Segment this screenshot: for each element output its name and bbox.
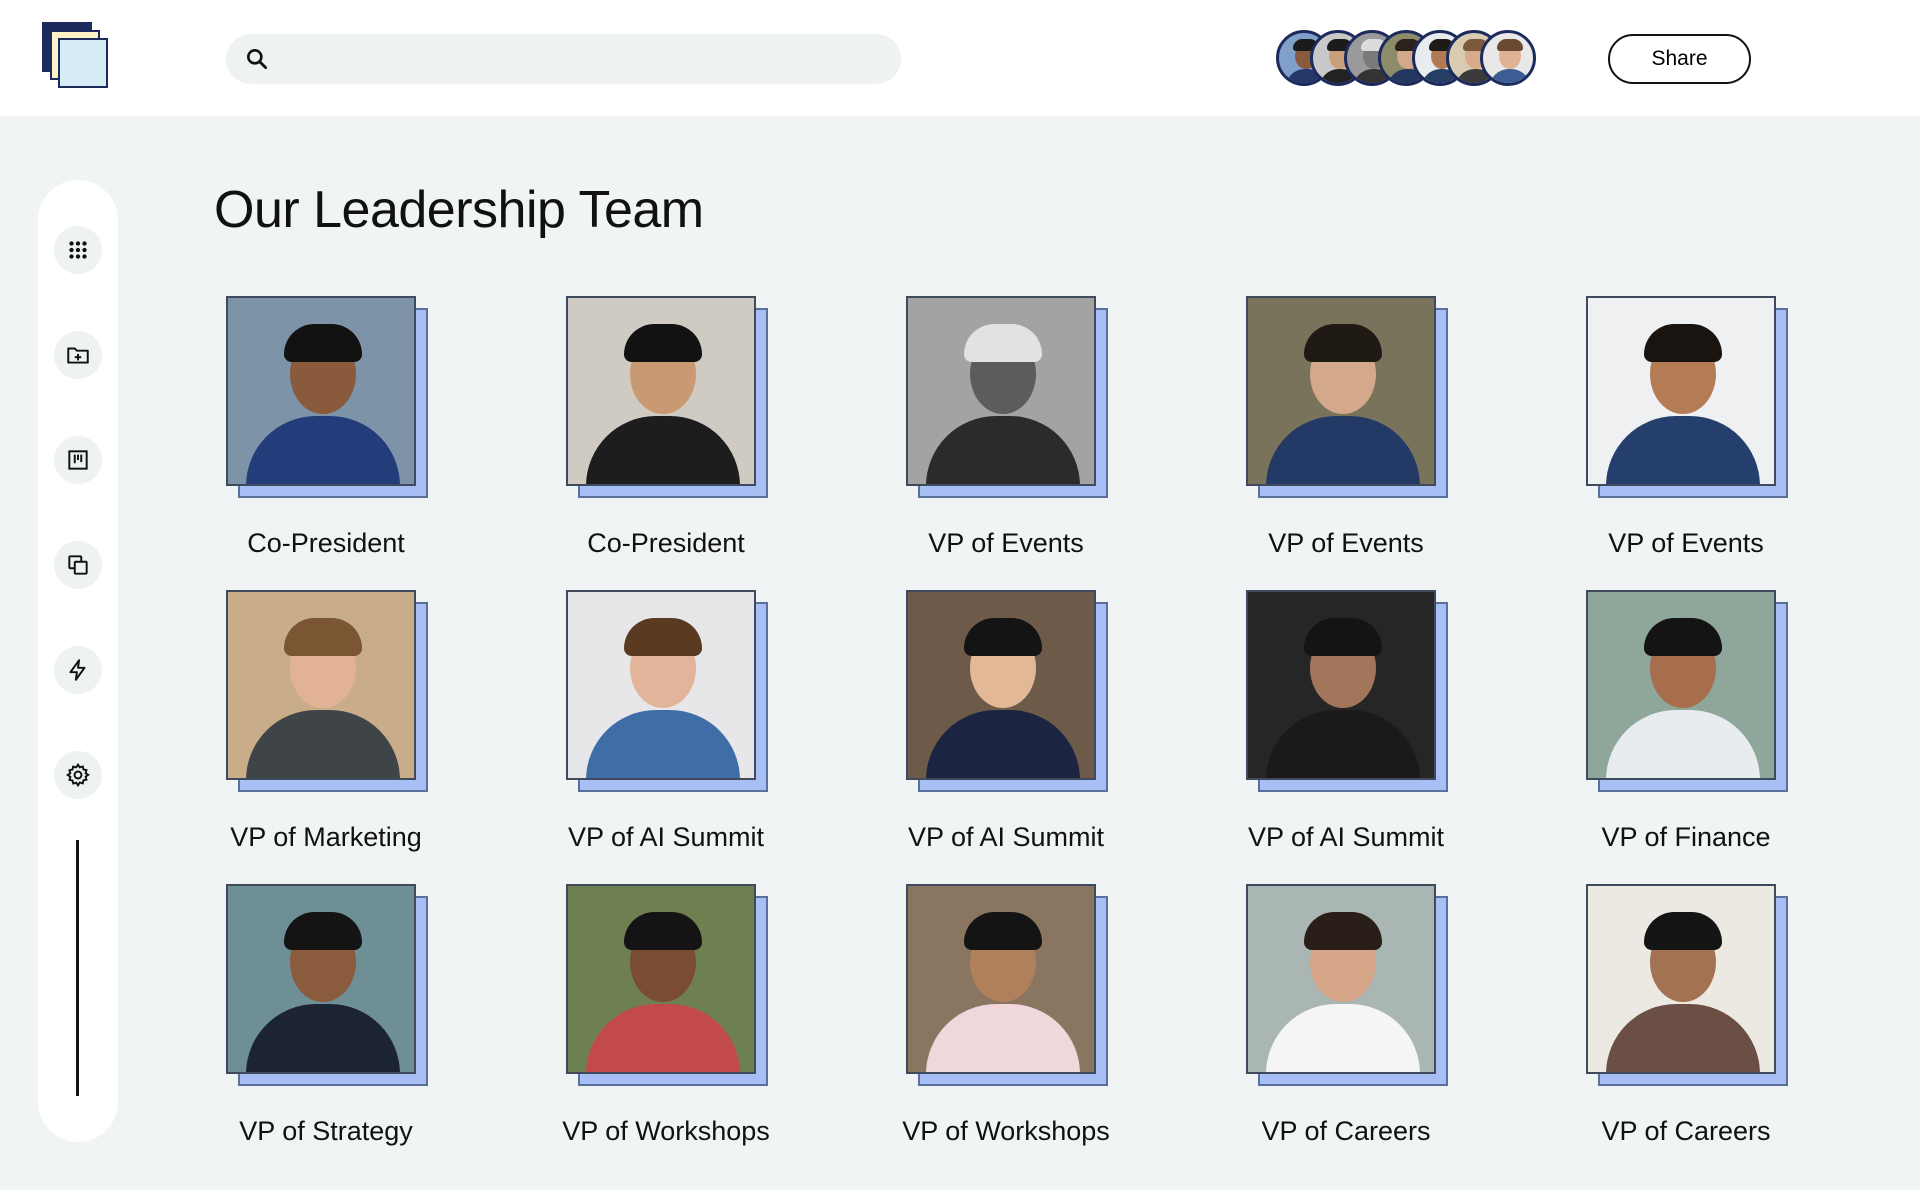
- member-role: VP of Careers: [1261, 1116, 1431, 1146]
- member-role: VP of AI Summit: [1247, 822, 1445, 852]
- sidebar: [38, 180, 118, 1142]
- member-role: VP of Careers: [1601, 1116, 1771, 1146]
- board-icon: [68, 450, 88, 470]
- member-photo: [1586, 296, 1776, 486]
- member-role: VP of Events: [1608, 528, 1764, 558]
- settings-button[interactable]: [54, 751, 102, 799]
- member-photo: [1586, 590, 1776, 780]
- settings-gear-icon: [65, 762, 90, 788]
- member-photo: [906, 884, 1096, 1074]
- copy-button[interactable]: [54, 541, 102, 589]
- member-photo: [566, 590, 756, 780]
- copy-icon: [68, 555, 88, 575]
- member-photo: [906, 296, 1096, 486]
- member-photo: [1586, 884, 1776, 1074]
- collaborator-avatar[interactable]: [1480, 30, 1536, 86]
- member-photo: [566, 884, 756, 1074]
- member-photo: [226, 884, 416, 1074]
- apps-grid-icon: [69, 241, 87, 259]
- member-role: VP of Finance: [1601, 822, 1771, 852]
- member-photo: [226, 590, 416, 780]
- member-photo: [906, 590, 1096, 780]
- member-photo: [1246, 884, 1436, 1074]
- search-bar[interactable]: [226, 34, 901, 84]
- member-photo: [1246, 296, 1436, 486]
- app-logo[interactable]: [42, 22, 114, 94]
- member-photo: [1246, 590, 1436, 780]
- board-button[interactable]: [54, 436, 102, 484]
- member-role: VP of Strategy: [239, 1116, 413, 1146]
- member-role: VP of Marketing: [230, 822, 422, 852]
- member-photo: [226, 296, 416, 486]
- member-role: VP of Events: [928, 528, 1084, 558]
- share-button[interactable]: Share: [1608, 34, 1751, 84]
- search-input[interactable]: [282, 34, 882, 84]
- member-role: VP of Workshops: [562, 1116, 770, 1146]
- member-role: Co-President: [587, 528, 745, 558]
- member-role: VP of AI Summit: [567, 822, 765, 852]
- folder-add-icon: [67, 347, 89, 364]
- sidebar-divider: [76, 840, 79, 1096]
- member-role: VP of AI Summit: [907, 822, 1105, 852]
- automation-button[interactable]: [54, 646, 102, 694]
- member-role: Co-President: [247, 528, 405, 558]
- apps-grid-button[interactable]: [54, 226, 102, 274]
- top-bar: Share: [0, 0, 1920, 116]
- add-folder-button[interactable]: [54, 331, 102, 379]
- page-title: Our Leadership Team: [214, 181, 704, 239]
- lightning-icon: [69, 659, 86, 681]
- member-photo: [566, 296, 756, 486]
- member-role: VP of Workshops: [902, 1116, 1110, 1146]
- member-role: VP of Events: [1268, 528, 1424, 558]
- search-icon: [247, 49, 268, 70]
